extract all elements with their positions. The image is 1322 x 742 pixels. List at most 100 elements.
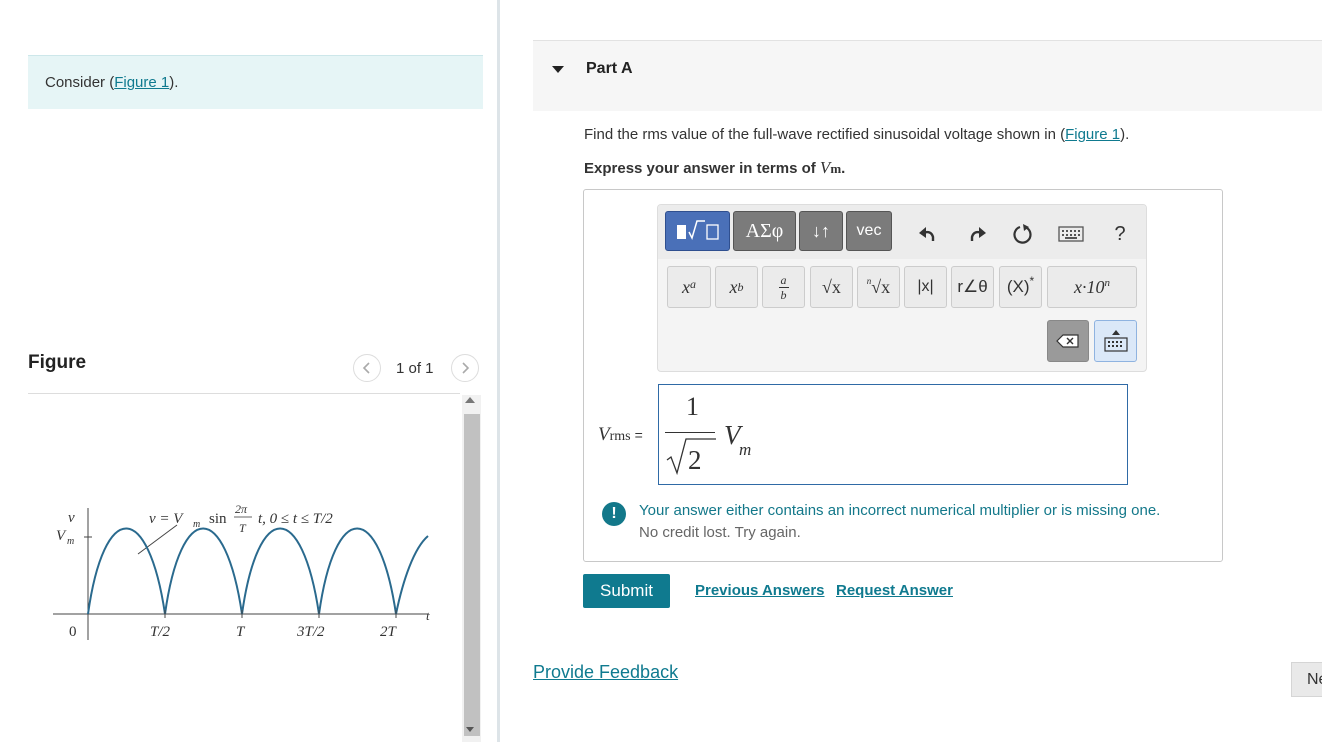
submit-button[interactable]: Submit bbox=[583, 574, 670, 608]
consider-box: Consider (Figure 1). bbox=[28, 55, 483, 109]
templates-button[interactable] bbox=[665, 211, 730, 251]
undo-button[interactable] bbox=[913, 220, 943, 248]
y-label-vm: V bbox=[56, 528, 67, 544]
vrms-label: Vrms = bbox=[598, 424, 643, 446]
reset-button[interactable] bbox=[1008, 220, 1038, 248]
question-figure-link[interactable]: Figure 1 bbox=[1065, 126, 1120, 143]
sub-base: x bbox=[729, 276, 738, 297]
keyboard-button[interactable] bbox=[1056, 220, 1086, 248]
scientific-notation-key[interactable]: x·10 n bbox=[1047, 266, 1137, 308]
equation-lhs: v = V bbox=[149, 511, 184, 527]
keyboard-icon bbox=[1058, 226, 1084, 242]
greek-button[interactable]: ΑΣφ bbox=[733, 211, 796, 251]
equation-rest: t, 0 ≤ t ≤ T/2 bbox=[258, 511, 333, 527]
equation-sin: sin bbox=[209, 511, 227, 527]
redo-icon bbox=[970, 227, 986, 241]
x-tick-label-4: 2T bbox=[380, 624, 398, 640]
answer-fraction-bar bbox=[665, 432, 715, 433]
reset-icon bbox=[1013, 224, 1032, 244]
question-prefix: Find the rms value of the full-wave rect… bbox=[584, 126, 1066, 143]
equation-den: T bbox=[239, 521, 247, 535]
x-tick-label-0: 0 bbox=[69, 624, 77, 640]
conj-base: (X) bbox=[1006, 277, 1030, 296]
chevron-left-icon bbox=[362, 362, 370, 374]
absolute-value-key[interactable]: |x| bbox=[904, 266, 947, 308]
sup-base: x bbox=[682, 276, 690, 297]
next-figure-button[interactable] bbox=[451, 354, 479, 382]
waveform-curve bbox=[87, 527, 429, 615]
express-prefix: Express your answer in terms of bbox=[584, 160, 820, 177]
answer-numerator: 1 bbox=[686, 392, 699, 421]
prev-figure-button[interactable] bbox=[353, 354, 381, 382]
equation-num: 2π bbox=[235, 502, 248, 516]
equation-pointer bbox=[137, 524, 178, 555]
pane-divider[interactable] bbox=[497, 0, 500, 742]
answer-denominator: 2 bbox=[688, 445, 702, 475]
nth-root-key[interactable]: n √x bbox=[857, 266, 900, 308]
express-var: V bbox=[819, 158, 831, 177]
figure-link[interactable]: Figure 1 bbox=[114, 74, 169, 91]
superscript-key[interactable]: xa bbox=[667, 266, 711, 308]
sqrt-key[interactable]: √x bbox=[810, 266, 853, 308]
caret-down-icon[interactable] bbox=[552, 66, 564, 73]
figure-divider bbox=[28, 393, 460, 394]
scroll-up-icon[interactable] bbox=[465, 397, 475, 403]
undo-icon bbox=[919, 227, 935, 241]
previous-answers-link[interactable]: Previous Answers bbox=[695, 582, 825, 599]
vrms-sub: rms bbox=[609, 429, 631, 444]
backspace-icon bbox=[1056, 334, 1079, 348]
help-button[interactable]: ? bbox=[1105, 220, 1135, 248]
figure-scroll-thumb[interactable] bbox=[464, 414, 480, 736]
sub-idx: b bbox=[737, 279, 744, 294]
templates-icon bbox=[676, 220, 719, 241]
express-suffix: . bbox=[841, 160, 846, 177]
fraction-key[interactable]: a b bbox=[762, 266, 805, 308]
y-label-vm-sub: m bbox=[67, 536, 74, 547]
sci-exp: n bbox=[1104, 277, 1111, 289]
conjugate-key[interactable]: (X) * bbox=[999, 266, 1042, 308]
left-pane: Consider (Figure 1). Figure 1 of 1 v V m… bbox=[0, 0, 499, 742]
question-suffix: ). bbox=[1120, 126, 1130, 143]
nroot-n: n bbox=[866, 276, 872, 286]
nroot-symbol: √x bbox=[871, 276, 891, 297]
answer-var-sub: m bbox=[739, 440, 752, 459]
part-header[interactable] bbox=[533, 40, 1322, 111]
figure-count: 1 of 1 bbox=[396, 360, 434, 377]
exclamation-icon: ! bbox=[602, 502, 626, 526]
sup-exp: a bbox=[690, 276, 696, 291]
x-tick-label-3: 3T/2 bbox=[296, 624, 325, 640]
feedback-message: Your answer either contains an incorrect… bbox=[639, 502, 1161, 519]
answer-denominator-sqrt: 2 bbox=[666, 438, 716, 476]
scroll-down-icon[interactable] bbox=[466, 727, 474, 732]
vrms-var: V bbox=[598, 424, 610, 445]
backspace-key[interactable] bbox=[1047, 320, 1089, 362]
figure-title: Figure bbox=[28, 352, 87, 373]
express-instruction: Express your answer in terms of Vm. bbox=[584, 158, 845, 178]
keyboard-toggle-key[interactable] bbox=[1094, 320, 1137, 362]
vrms-equals: = bbox=[634, 427, 643, 443]
x-tick-label-2: T bbox=[236, 624, 246, 640]
polar-key[interactable]: r∠θ bbox=[951, 266, 994, 308]
feedback-note: No credit lost. Try again. bbox=[639, 524, 801, 541]
chevron-right-icon bbox=[462, 362, 470, 374]
y-label-v: v bbox=[68, 510, 75, 526]
part-title: Part A bbox=[586, 60, 633, 77]
sci-base: x·10 bbox=[1074, 276, 1105, 297]
request-answer-link[interactable]: Request Answer bbox=[836, 582, 953, 599]
conj-star: * bbox=[1029, 274, 1035, 288]
question-text: Find the rms value of the full-wave rect… bbox=[584, 126, 1129, 143]
consider-suffix: ). bbox=[169, 74, 179, 91]
arrows-button[interactable]: ↓↑ bbox=[799, 211, 843, 251]
subscript-key[interactable]: xb bbox=[715, 266, 758, 308]
frac-den: b bbox=[780, 287, 787, 302]
frac-num: a bbox=[780, 272, 787, 287]
provide-feedback-link[interactable]: Provide Feedback bbox=[533, 662, 678, 683]
next-button[interactable]: Ne bbox=[1291, 662, 1322, 697]
vec-button[interactable]: vec bbox=[846, 211, 892, 251]
x-tick-label-1: T/2 bbox=[150, 624, 171, 640]
redo-button[interactable] bbox=[962, 220, 992, 248]
keyboard-up-icon bbox=[1103, 330, 1128, 352]
figure-waveform: v V m v = V m sin 2π T t, 0 ≤ t ≤ T/2 0 … bbox=[53, 502, 430, 640]
consider-prefix: Consider ( bbox=[45, 74, 115, 91]
x-axis-label: t bbox=[426, 608, 430, 623]
